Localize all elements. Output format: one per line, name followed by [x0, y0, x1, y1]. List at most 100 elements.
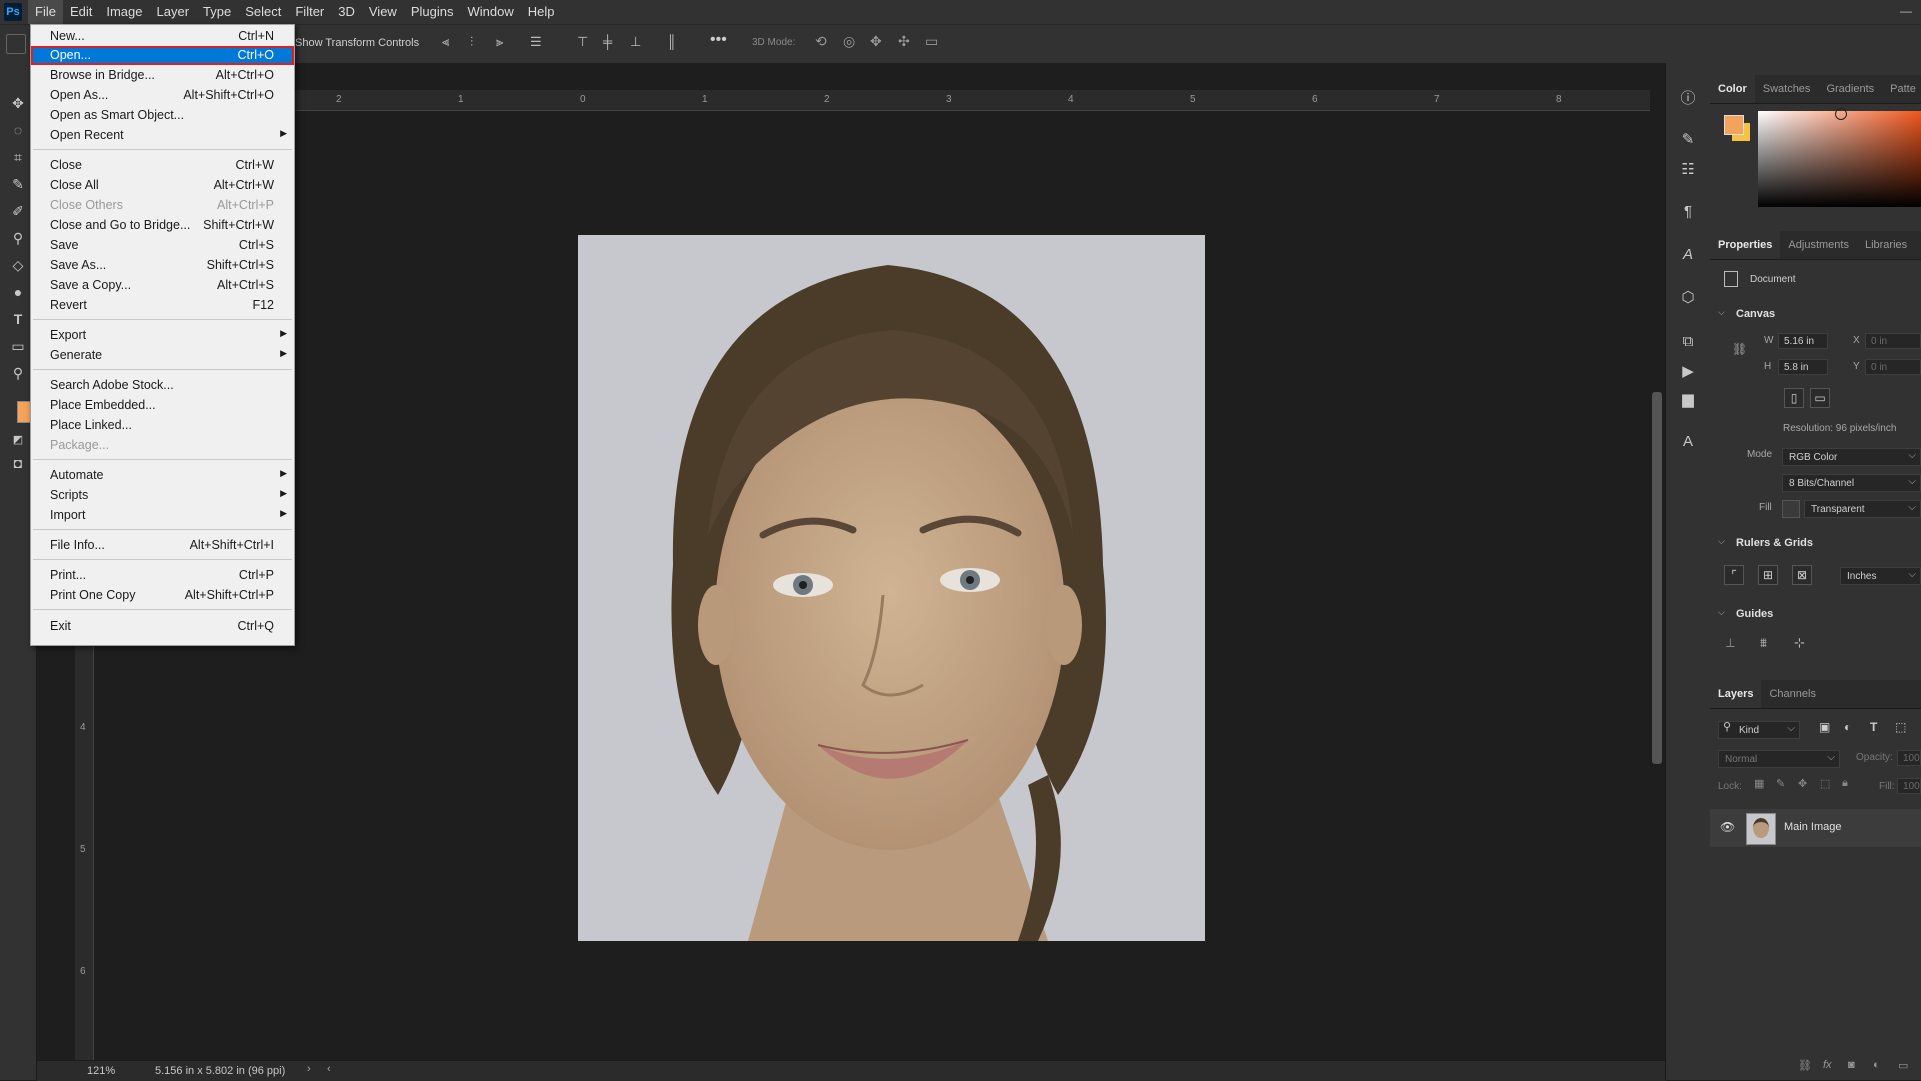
3d-icon[interactable]: ⬡ [1678, 287, 1698, 307]
pixel-grid-toggle-icon[interactable]: ⊠ [1792, 565, 1812, 585]
home-icon[interactable] [6, 34, 26, 54]
show-transform-controls-label[interactable]: Show Transform Controls [295, 37, 419, 49]
slide-3d-icon[interactable]: ✣ [898, 33, 910, 50]
fill-opacity-field[interactable]: 100 [1897, 778, 1921, 794]
portrait-orientation-icon[interactable]: ▯ [1784, 388, 1804, 408]
menu-filter[interactable]: Filter [288, 0, 331, 24]
adjustments-icon[interactable]: ☷ [1678, 159, 1698, 179]
tab-channels[interactable]: Channels [1761, 680, 1823, 708]
tab-patterns[interactable]: Patte [1882, 75, 1921, 103]
menu-window[interactable]: Window [460, 0, 520, 24]
menu-item-scripts[interactable]: Scripts ▶ [31, 486, 294, 505]
eraser-tool-icon[interactable]: ◇ [8, 255, 28, 275]
x-field[interactable]: 0 in [1865, 333, 1921, 349]
rulers-collapse-icon[interactable]: ⌵ [1718, 536, 1725, 547]
align-right-icon[interactable]: ⫸ [496, 34, 512, 50]
lock-image-icon[interactable]: ✎ [1776, 777, 1785, 790]
fill-color-swatch[interactable] [1782, 500, 1800, 518]
filter-adjustment-icon[interactable]: ◐ [1844, 720, 1851, 734]
orbit-3d-icon[interactable]: ⟲ [815, 33, 827, 50]
menu-item-browse-in-bridge[interactable]: Browse in Bridge... Alt+Ctrl+O [31, 66, 294, 85]
quick-mask-icon[interactable]: ◘ [8, 453, 28, 473]
y-field[interactable]: 0 in [1865, 359, 1921, 375]
brush-settings-icon[interactable]: ✎ [1678, 129, 1698, 149]
actions-play-icon[interactable]: ▶ [1678, 361, 1698, 381]
clone-stamp-tool-icon[interactable]: ⚲ [8, 228, 28, 248]
layer-style-icon[interactable]: fx [1823, 1059, 1832, 1071]
guide-from-shape-icon[interactable]: ⊹ [1794, 635, 1805, 651]
tab-adjustments[interactable]: Adjustments [1780, 231, 1857, 259]
lock-transparent-icon[interactable]: ▦ [1754, 777, 1764, 790]
menu-item-new[interactable]: New... Ctrl+N [31, 27, 294, 46]
menu-item-revert[interactable]: Revert F12 [31, 296, 294, 315]
lock-position-icon[interactable]: ✥ [1798, 777, 1807, 790]
zoom-level[interactable]: 121% [87, 1065, 115, 1077]
height-field[interactable]: 5.8 in [1778, 359, 1828, 375]
menu-item-print[interactable]: Print... Ctrl+P [31, 566, 294, 585]
character-icon[interactable]: A [1678, 431, 1698, 451]
menu-item-save-as[interactable]: Save As... Shift+Ctrl+S [31, 256, 294, 275]
link-dimensions-icon[interactable]: ⛓ [1732, 342, 1747, 356]
paragraph-icon[interactable]: ¶ [1678, 201, 1698, 221]
menu-item-open-recent[interactable]: Open Recent ▶ [31, 126, 294, 145]
menu-select[interactable]: Select [238, 0, 288, 24]
add-mask-icon[interactable]: ◙ [1848, 1059, 1855, 1071]
menu-item-place-embedded[interactable]: Place Embedded... [31, 396, 294, 415]
link-layers-icon[interactable]: ⛓ [1798, 1059, 1812, 1072]
lock-all-icon[interactable]: 🔒︎ [1842, 777, 1848, 790]
tab-layers[interactable]: Layers [1710, 680, 1762, 708]
glyphs-icon[interactable]: A [1678, 244, 1698, 264]
menu-view[interactable]: View [362, 0, 404, 24]
rectangle-tool-icon[interactable]: ▭ [8, 336, 28, 356]
color-mode-dropdown[interactable]: RGB Color [1782, 447, 1921, 466]
timeline-icon[interactable]: ⧉ [1678, 331, 1698, 351]
menu-item-import[interactable]: Import ▶ [31, 506, 294, 525]
color-picker-cursor[interactable] [1835, 108, 1847, 120]
menu-item-close-all[interactable]: Close All Alt+Ctrl+W [31, 176, 294, 195]
align-middle-icon[interactable]: ╪ [603, 34, 619, 50]
layer-row-main-image[interactable]: 👁︎ Main Image [1710, 809, 1921, 847]
menu-item-save-a-copy[interactable]: Save a Copy... Alt+Ctrl+S [31, 276, 294, 295]
ruler-toggle-icon[interactable]: ⌜ [1724, 565, 1744, 585]
status-expand-icon[interactable]: › [307, 1063, 311, 1075]
distribute-vertical-icon[interactable]: ║ [667, 34, 683, 50]
menu-plugins[interactable]: Plugins [404, 0, 461, 24]
scale-3d-icon[interactable]: ▭ [925, 33, 938, 50]
guide-layout-icon[interactable]: ⩩ [1760, 635, 1767, 651]
pan-3d-icon[interactable]: ✥ [870, 33, 882, 50]
menu-file[interactable]: File [28, 0, 63, 24]
menu-item-open-as[interactable]: Open As... Alt+Shift+Ctrl+O [31, 86, 294, 105]
bit-depth-dropdown[interactable]: 8 Bits/Channel [1782, 473, 1921, 492]
scroll-left-icon[interactable]: ‹ [327, 1063, 331, 1075]
eyedropper-tool-icon[interactable]: ✎ [8, 174, 28, 194]
lock-artboard-icon[interactable]: ⬚ [1820, 777, 1830, 790]
blend-mode-dropdown[interactable]: Normal [1718, 749, 1840, 768]
ruler-units-dropdown[interactable]: Inches [1840, 566, 1921, 585]
menu-type[interactable]: Type [196, 0, 238, 24]
menu-item-place-linked[interactable]: Place Linked... [31, 416, 294, 435]
menu-item-close[interactable]: Close Ctrl+W [31, 156, 294, 175]
info-icon[interactable]: ⓘ [1678, 87, 1698, 107]
menu-edit[interactable]: Edit [63, 0, 99, 24]
menu-item-export[interactable]: Export ▶ [31, 326, 294, 345]
comments-icon[interactable]: ▆ [1678, 389, 1698, 409]
align-bottom-icon[interactable]: ⊥ [630, 34, 646, 50]
zoom-tool-icon[interactable]: ⚲ [8, 363, 28, 383]
menu-3d[interactable]: 3D [331, 0, 362, 24]
menu-item-open-as-smart-object[interactable]: Open as Smart Object... [31, 106, 294, 125]
align-top-icon[interactable]: ⊤ [577, 34, 593, 50]
fill-dropdown[interactable]: Transparent [1804, 499, 1921, 518]
dodge-tool-icon[interactable]: ● [8, 282, 28, 302]
menu-item-search-adobe-stock[interactable]: Search Adobe Stock... [31, 376, 294, 395]
tab-color[interactable]: Color [1710, 75, 1755, 103]
width-field[interactable]: 5.16 in [1778, 333, 1828, 349]
eye-visibility-icon[interactable]: 👁︎ [1720, 820, 1735, 834]
menu-layer[interactable]: Layer [150, 0, 197, 24]
tab-libraries[interactable]: Libraries [1857, 231, 1915, 259]
minimize-icon[interactable]: — [1900, 4, 1914, 18]
menu-item-exit[interactable]: Exit Ctrl+Q [31, 617, 294, 636]
landscape-orientation-icon[interactable]: ▭ [1810, 388, 1830, 408]
roll-3d-icon[interactable]: ◎ [843, 33, 855, 50]
filter-pixel-icon[interactable]: ▣ [1819, 720, 1830, 734]
canvas-collapse-icon[interactable]: ⌵ [1718, 307, 1725, 318]
